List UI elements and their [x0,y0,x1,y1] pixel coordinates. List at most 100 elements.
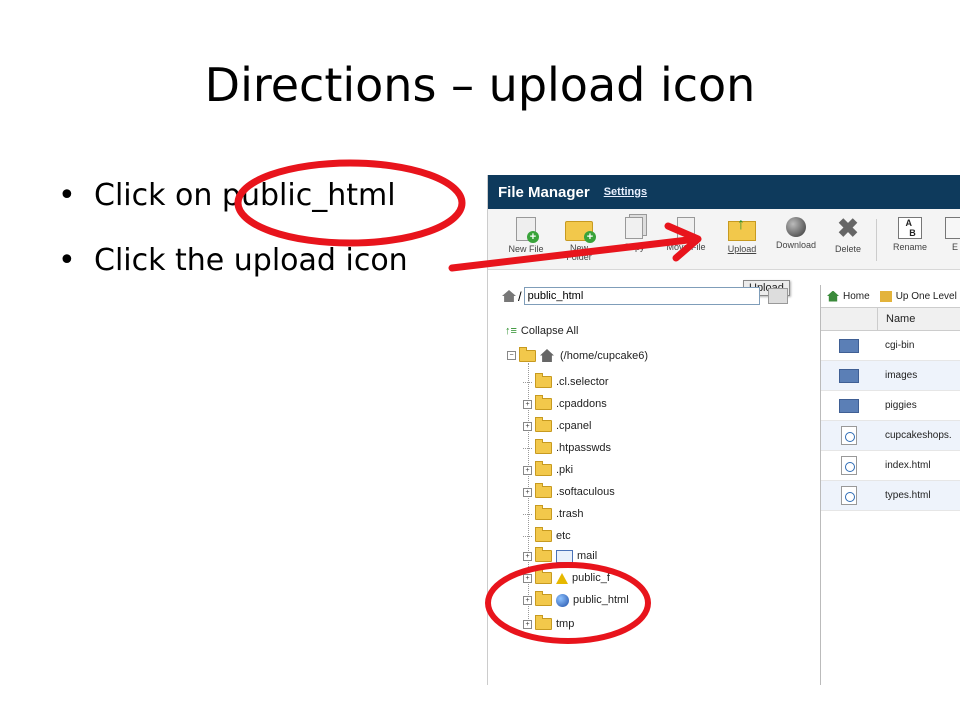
collapse-toggle-icon[interactable]: − [507,351,516,360]
tree-item-label: .htpasswds [556,442,612,454]
tree-item-label: public_html [573,594,629,606]
expand-icon[interactable]: + [523,573,532,583]
table-row[interactable]: cgi-bin [821,331,960,361]
folder-icon [535,439,552,454]
tree-item[interactable]: .htpasswds [523,439,612,456]
table-row[interactable]: piggies [821,391,960,421]
collapse-all-button[interactable]: ↑≡ Collapse All [505,325,578,337]
table-row[interactable]: index.html [821,451,960,481]
file-name: images [885,370,918,381]
new-file-button[interactable]: New File [500,217,552,254]
bullet-item: Click the upload icon [58,243,408,308]
delete-icon: ✖ [837,213,859,243]
slide-title: Directions – upload icon [204,58,756,112]
tree-item[interactable]: + public_f [523,569,610,586]
home-icon[interactable] [502,290,516,302]
file-name: index.html [885,460,931,471]
tree-item[interactable]: + .pki [523,461,574,478]
table-row[interactable]: cupcakeshops. [821,421,960,451]
tree-root-label: (/home/cupcake6) [560,349,649,362]
tree-item[interactable]: .trash [523,505,584,522]
tree-item[interactable]: .cl.selector [523,373,609,390]
tree-item[interactable]: + .softaculous [523,483,615,500]
path-bar: / [502,287,788,305]
collapse-all-label: Collapse All [520,325,579,337]
copy-icon [625,217,643,239]
expand-icon[interactable]: + [523,421,532,431]
table-row[interactable]: types.html [821,481,960,511]
tree-root[interactable]: − (/home/cupcake6) [507,346,649,362]
home-icon [827,290,839,302]
folder-icon [839,338,859,353]
expand-icon[interactable]: + [523,487,532,497]
delete-button[interactable]: ✖ Delete [822,213,874,254]
expand-icon[interactable]: + [523,465,532,475]
tree-item-label: .softaculous [556,486,615,498]
download-icon [786,217,806,237]
file-list-pane: Home Up One Level Name cgi-bin images pi… [820,285,960,685]
tree-item[interactable]: etc [523,527,571,544]
upload-button[interactable]: Upload [716,216,768,254]
download-button[interactable]: Download [770,217,822,250]
tree-connector [523,535,532,537]
toolbar-label: Delete [834,244,861,254]
toolbar-label: Upload [727,244,757,254]
tree-connector [523,447,532,449]
bullet-item: Click on public_html [58,178,408,243]
edit-button[interactable]: E [940,217,960,252]
tree-item-label: .cpaddons [556,398,607,410]
row-icon-cell [821,456,877,475]
toolbar-label: Move File [666,242,706,252]
file-manager-screenshot: File Manager Settings New File New Folde… [487,175,960,685]
file-name: cupcakeshops. [885,430,952,441]
row-icon-cell [821,368,877,383]
move-file-button[interactable]: Move File [660,217,712,252]
name-column-header[interactable]: Name [878,313,915,325]
bullet-list: Click on public_html Click the upload ic… [58,178,408,308]
folder-icon [535,373,552,388]
path-input[interactable] [523,287,760,305]
tree-item-public-html[interactable]: + public_html [523,591,629,608]
folder-icon [535,547,552,562]
file-list-header: Name [821,308,960,331]
rename-button[interactable]: A B Rename [884,217,936,252]
table-row[interactable]: images [821,361,960,391]
tree-item[interactable]: + mail [523,547,598,564]
up-folder-icon [879,290,892,302]
folder-icon [535,461,552,476]
toolbar: New File New Folder Copy Move File Uploa… [488,209,960,270]
expand-icon[interactable]: + [523,595,532,605]
expand-icon[interactable]: + [523,619,532,629]
expand-icon[interactable]: + [523,399,532,409]
tree-item[interactable]: + .cpanel [523,417,592,434]
expand-icon[interactable]: + [523,551,532,561]
folder-icon [535,505,552,520]
settings-link[interactable]: Settings [604,186,647,198]
folder-icon [535,569,552,584]
tree-item[interactable]: + tmp [523,615,574,632]
tree-item-label: etc [556,530,571,542]
folder-icon [535,615,552,630]
go-button[interactable] [767,288,788,304]
tree-item-label: mail [577,550,598,562]
tree-item-label: .cpanel [556,420,592,432]
toolbar-separator [876,219,877,261]
tree-item-label: .trash [556,508,584,520]
file-manager-title: File Manager [498,183,590,201]
copy-button[interactable]: Copy [608,217,660,252]
toolbar-label: New File [508,244,544,254]
move-icon [677,217,695,239]
path-separator: / [518,288,522,304]
tree-connector [523,381,532,383]
up-one-level-link[interactable]: Up One Level [896,291,957,302]
home-icon [540,349,554,362]
toolbar-label: Download [775,240,817,250]
html-file-icon [841,426,857,445]
tree-item-label: .pki [556,464,574,476]
new-file-icon [516,217,539,243]
html-file-icon [841,486,857,505]
new-folder-button[interactable]: New Folder [553,217,605,262]
home-link[interactable]: Home [843,291,870,302]
tree-item[interactable]: + .cpaddons [523,395,607,412]
globe-icon [556,593,569,607]
